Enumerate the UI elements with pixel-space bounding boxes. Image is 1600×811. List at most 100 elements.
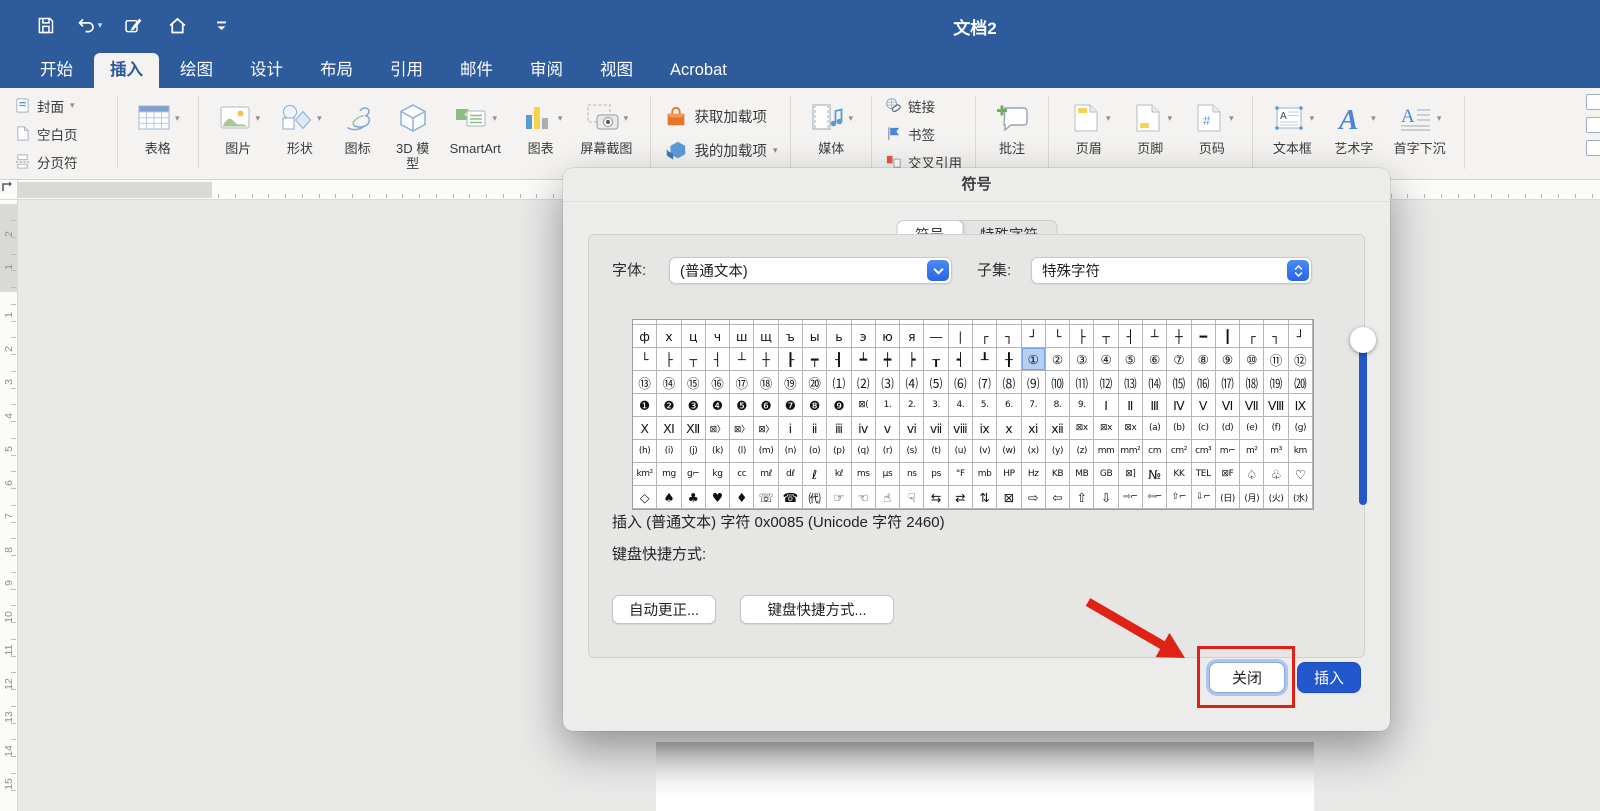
char-cell[interactable]: ⅷ (948, 417, 973, 440)
char-cell[interactable]: ⑨ (1215, 348, 1241, 371)
char-cell[interactable]: cm² (1167, 440, 1192, 463)
ribbon-button-comment[interactable]: 批注 (985, 88, 1039, 179)
char-cell[interactable]: ⑦ (1167, 348, 1192, 371)
char-cell[interactable]: ⑺ (973, 371, 998, 394)
char-cell[interactable]: └ (633, 348, 658, 371)
char-cell[interactable]: Ⅴ (1191, 394, 1216, 417)
ribbon-button-media[interactable]: ▾ 媒体 (800, 88, 862, 179)
char-cell[interactable]: ⇨⌐ (1118, 486, 1143, 509)
char-cell[interactable]: ⅴ (875, 417, 901, 440)
char-cell[interactable]: (a) (1143, 417, 1168, 440)
char-cell[interactable]: (p) (827, 440, 852, 463)
char-cell[interactable]: ⇩ (1094, 486, 1119, 509)
char-cell[interactable]: ⑤ (1118, 348, 1143, 371)
char-cell[interactable]: ┼ (754, 348, 779, 371)
char-cell[interactable]: GB (1094, 463, 1119, 486)
char-cell[interactable]: ⊠x (1070, 417, 1095, 440)
char-cell[interactable]: (h) (633, 440, 658, 463)
char-cell[interactable]: mb (973, 463, 998, 486)
char-cell[interactable]: ⇧ (1070, 486, 1095, 509)
char-cell[interactable]: 8. (1045, 394, 1071, 417)
char-cell[interactable]: ⇆ (924, 486, 949, 509)
char-cell[interactable]: (v) (973, 440, 998, 463)
ribbon-button-chart[interactable]: ▾ 图表 (510, 88, 572, 179)
char-cell[interactable]: ⑰ (730, 371, 755, 394)
char-cell[interactable]: ⒄ (1215, 371, 1241, 394)
char-cell[interactable]: ч (705, 325, 731, 348)
char-cell[interactable]: ⑮ (681, 371, 706, 394)
ribbon-button-bookmark[interactable]: 书签 (885, 121, 962, 146)
keyboard-shortcut-button[interactable]: 键盘快捷方式... (740, 595, 894, 624)
char-cell[interactable]: ⇦ (1045, 486, 1071, 509)
char-cell[interactable]: (u) (948, 440, 973, 463)
char-cell[interactable]: ┷ (851, 348, 876, 371)
char-cell[interactable]: ⅲ (827, 417, 852, 440)
char-cell[interactable]: ┘ (1021, 325, 1046, 348)
ribbon-button-footer[interactable]: ▾ 页脚 (1120, 88, 1182, 179)
char-cell[interactable]: 5. (973, 394, 998, 417)
tab-home[interactable]: 开始 (24, 53, 89, 88)
char-cell[interactable]: ┐ (1264, 325, 1289, 348)
char-cell[interactable]: (k) (705, 440, 731, 463)
char-cell[interactable]: ❺ (730, 394, 755, 417)
tab-layout[interactable]: 布局 (304, 53, 369, 88)
char-cell[interactable]: Ⅲ (1143, 394, 1168, 417)
char-cell[interactable]: ш (730, 325, 755, 348)
char-cell[interactable]: (水) (1288, 486, 1313, 509)
char-cell[interactable]: ├ (657, 348, 682, 371)
char-cell[interactable]: ┨ (827, 348, 852, 371)
char-cell[interactable]: ♦ (730, 486, 755, 509)
char-cell[interactable]: ъ (778, 325, 803, 348)
customize-toolbar-button[interactable] (206, 12, 236, 38)
grid-scrollbar[interactable] (1350, 327, 1376, 505)
tab-design[interactable]: 设计 (234, 53, 299, 88)
char-cell[interactable]: ⒅ (1240, 371, 1265, 394)
tab-insert[interactable]: 插入 (94, 53, 159, 88)
char-cell[interactable]: ╂ (997, 348, 1022, 371)
char-cell[interactable]: Ⅹ (633, 417, 658, 440)
char-cell[interactable]: ┌ (973, 325, 998, 348)
char-cell[interactable]: Ⅶ (1240, 394, 1265, 417)
char-cell[interactable]: х (657, 325, 682, 348)
char-cell[interactable]: (y) (1045, 440, 1071, 463)
char-cell[interactable]: ☜ (851, 486, 876, 509)
char-cell[interactable]: ❽ (803, 394, 828, 417)
char-cell[interactable]: ℓ (803, 463, 828, 486)
char-cell[interactable]: mm² (1118, 440, 1143, 463)
char-cell[interactable]: ⑼ (1021, 371, 1046, 394)
char-cell[interactable]: KK (1167, 463, 1192, 486)
char-cell[interactable]: km (1288, 440, 1313, 463)
char-cell[interactable]: ❶ (633, 394, 658, 417)
char-cell[interactable]: ⑥ (1143, 348, 1168, 371)
char-cell[interactable]: ⑲ (778, 371, 803, 394)
char-cell[interactable]: ⑷ (900, 371, 925, 394)
char-cell[interactable]: km² (633, 463, 658, 486)
char-cell[interactable]: ⊠〉 (730, 417, 755, 440)
char-cell[interactable]: 2. (900, 394, 925, 417)
char-cell[interactable]: (d) (1215, 417, 1241, 440)
char-cell[interactable]: ⑽ (1045, 371, 1071, 394)
char-cell[interactable]: KB (1045, 463, 1071, 486)
char-cell[interactable]: ⇅ (973, 486, 998, 509)
char-cell[interactable]: g⌐ (681, 463, 706, 486)
char-cell[interactable]: MB (1070, 463, 1095, 486)
char-cell[interactable]: ┰ (924, 348, 949, 371)
char-cell[interactable]: щ (754, 325, 779, 348)
char-cell[interactable]: ⅰ (778, 417, 803, 440)
char-cell[interactable]: ⊠x (1094, 417, 1119, 440)
char-cell[interactable]: ❻ (754, 394, 779, 417)
redo-button[interactable] (118, 12, 148, 38)
char-cell[interactable]: ⑾ (1070, 371, 1095, 394)
char-cell[interactable]: ♡ (1288, 463, 1313, 486)
char-cell[interactable]: (l) (730, 440, 755, 463)
char-cell[interactable]: 7. (1021, 394, 1046, 417)
ribbon-button-drop-cap[interactable]: A ▾ 首字下沉 (1385, 88, 1455, 179)
char-cell[interactable]: (月) (1240, 486, 1265, 509)
char-cell[interactable]: ┸ (973, 348, 998, 371)
char-cell[interactable]: m³ (1264, 440, 1289, 463)
char-cell[interactable]: Ⅰ (1094, 394, 1119, 417)
char-cell[interactable]: ⑱ (754, 371, 779, 394)
char-cell[interactable]: ⑶ (875, 371, 901, 394)
font-dropdown[interactable]: (普通文本) (669, 257, 952, 284)
char-cell[interactable]: cc (730, 463, 755, 486)
